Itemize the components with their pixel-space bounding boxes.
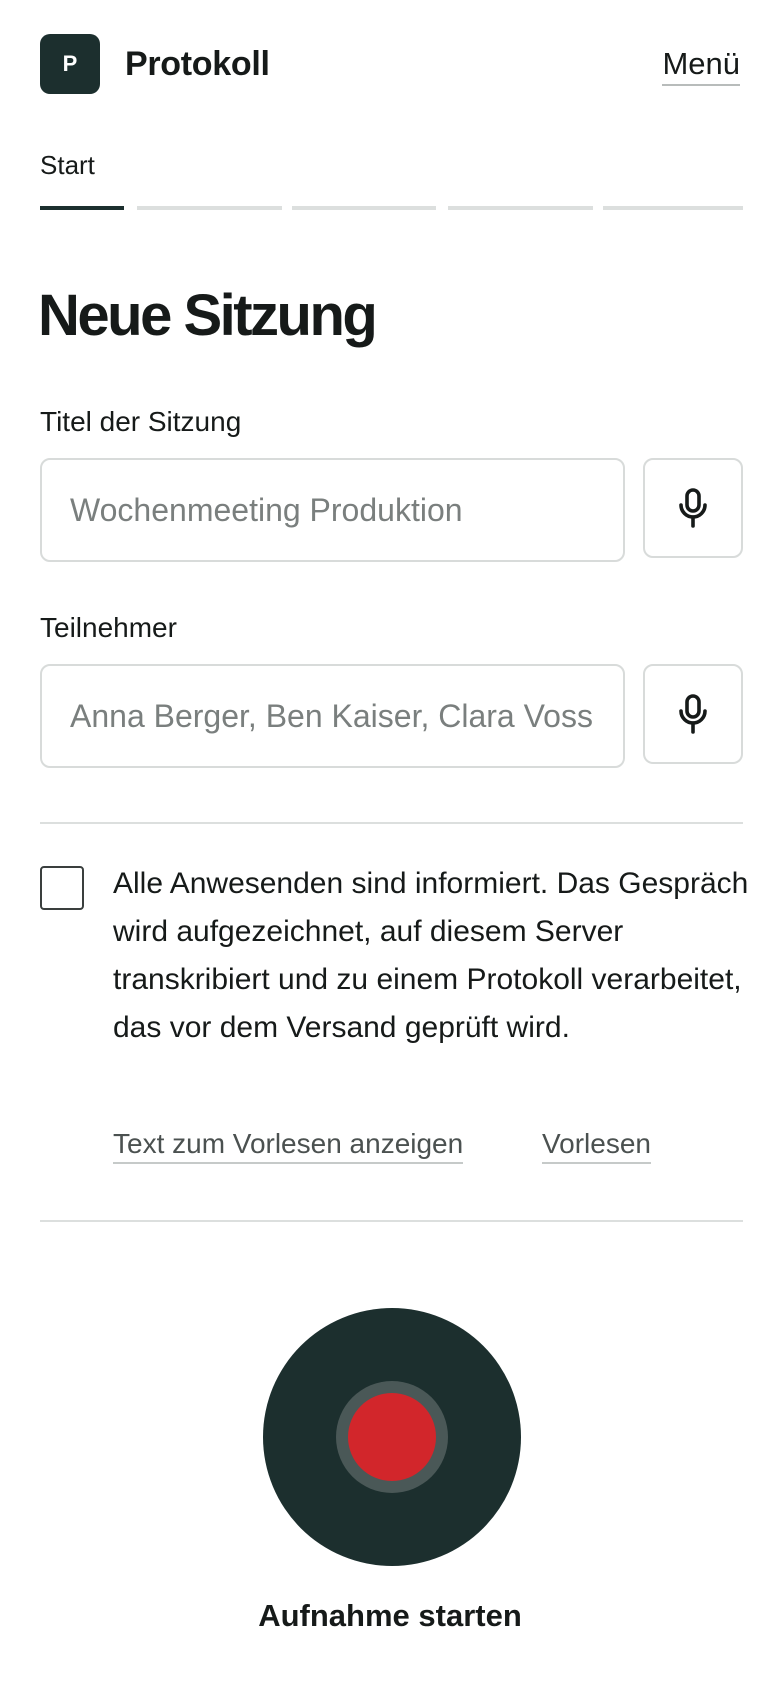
show-readout-text-link[interactable]: Text zum Vorlesen anzeigen [113,1128,464,1164]
consent-checkbox[interactable] [40,866,84,910]
consent-text: Alle Anwesenden sind informiert. Das Ges… [113,867,749,1044]
microphone-icon [679,694,707,734]
record-icon [336,1381,448,1493]
app-logo: P [40,34,100,94]
step-indicator-2 [137,206,282,210]
step-label-current: Start [40,150,95,180]
page-title: Neue Sitzung [38,283,378,348]
participants-mic-button[interactable] [643,664,743,764]
menu-button[interactable]: Menü [662,46,740,86]
participants-input[interactable] [40,664,625,768]
app-screen: P Protokoll Menü Start Neue Sitzung Tite… [0,0,780,1688]
divider [40,1220,743,1222]
step-indicator-5 [603,206,743,210]
header: P Protokoll Menü [40,34,740,94]
divider [40,822,743,824]
step-indicator-1 [40,206,124,210]
read-aloud-link[interactable]: Vorlesen [542,1128,651,1164]
start-recording-button[interactable] [263,1308,521,1566]
step-indicator-4 [448,206,593,210]
title-input[interactable] [40,458,625,562]
record-dot [348,1393,436,1481]
microphone-icon [679,488,707,528]
start-recording-label: Aufnahme starten [258,1598,522,1633]
app-title: Protokoll [125,45,270,83]
title-field-label: Titel der Sitzung [40,406,242,437]
participants-field-label: Teilnehmer [40,612,177,643]
step-indicator-3 [292,206,436,210]
title-mic-button[interactable] [643,458,743,558]
